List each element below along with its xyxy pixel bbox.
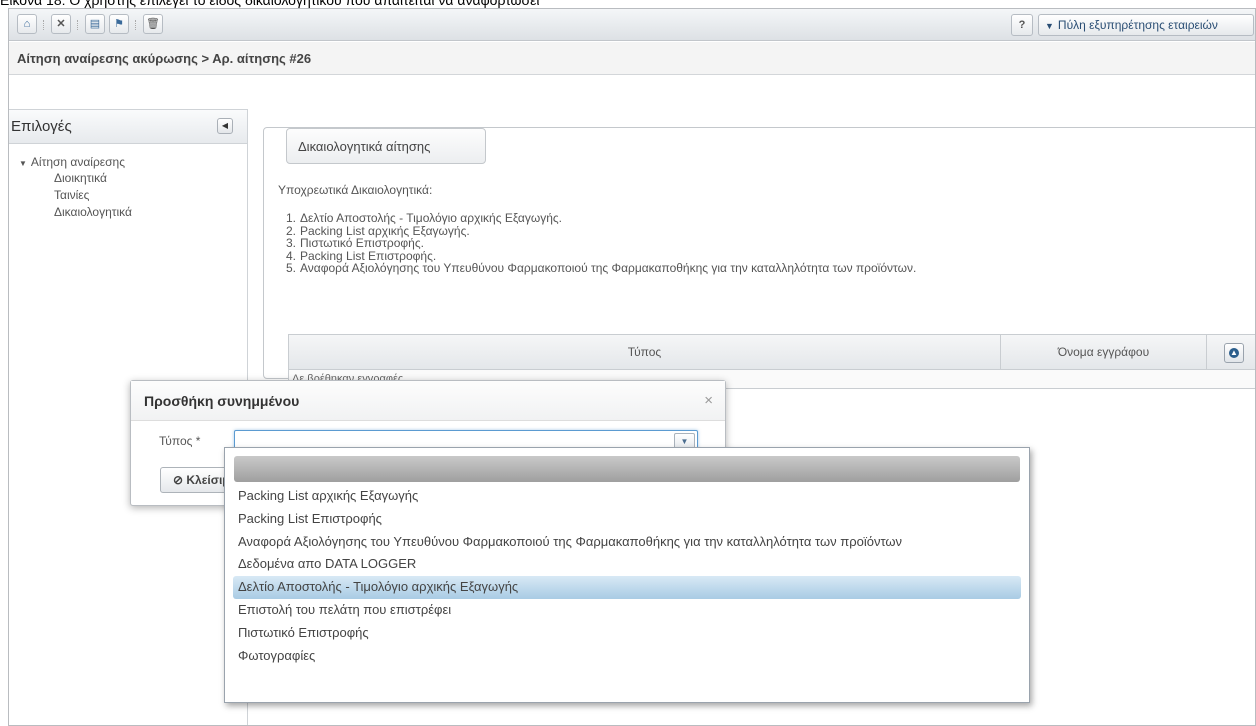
dropdown-option[interactable]: Αναφορά Αξιολόγησης του Υπευθύνου Φαρμακ… <box>233 531 1021 554</box>
column-header-document-name[interactable]: Όνομα εγγράφου <box>1001 335 1207 370</box>
column-header-type[interactable]: Τύπος <box>289 335 1001 370</box>
arrow-up-circle-icon: ▲ <box>1229 348 1239 358</box>
dropdown-option[interactable]: Packing List Επιστροφής <box>233 508 1021 531</box>
portal-menu-button[interactable]: ▼ Πύλη εξυπηρέτησης εταιρειών <box>1038 14 1254 36</box>
table-header: Τύπος Όνομα εγγράφου ▲ <box>289 335 1255 370</box>
breadcrumb: Αίτηση αναίρεσης ακύρωσης > Αρ. αίτησης … <box>9 42 1255 75</box>
dropdown-option[interactable]: Επιστολή του πελάτη που επιστρέφει <box>233 599 1021 622</box>
toolbar: ⌂ ✕ ▤ ⚑ 🗑 ? ▼ Πύλη εξυπηρέτησης εταιρειών <box>9 9 1255 41</box>
print-icon[interactable]: ▤ <box>85 14 105 34</box>
sidebar-tree: ▼ Αίτηση αναίρεσης Διοικητικά Ταινίες Δικ… <box>9 144 247 221</box>
tree-root-item[interactable]: ▼ Αίτηση αναίρεσης <box>19 154 247 170</box>
home-icon[interactable]: ⌂ <box>17 14 37 34</box>
list-item: 5. Αναφορά Αξιολόγησης του Υπευθύνου Φαρμ… <box>286 261 917 275</box>
dropdown-options: Packing List αρχικής Εξαγωγής Packing Li… <box>233 485 1021 667</box>
documents-fieldset: Δικαιολογητικά αίτησης Υποχρεωτικά Δικαι… <box>263 127 1255 389</box>
sidebar-item-administrative[interactable]: Διοικητικά <box>19 170 247 187</box>
tree-root-label: Αίτηση αναίρεσης <box>30 155 125 169</box>
dialog-title: Προσθήκη συνημμένου <box>144 393 300 409</box>
trash-icon[interactable]: 🗑 <box>143 14 163 34</box>
type-dropdown-list: Packing List αρχικής Εξαγωγής Packing Li… <box>224 447 1030 703</box>
required-documents-title: Υποχρεωτικά Δικαιολογητικά: <box>278 183 433 197</box>
flag-icon[interactable]: ⚑ <box>109 14 129 34</box>
portal-label: Πύλη εξυπηρέτησης εταιρειών <box>1057 18 1218 32</box>
figure-caption: Εικόνα 18: Ο χρήστης επιλέγει το είδος δ… <box>0 0 540 8</box>
sidebar-item-films[interactable]: Ταινίες <box>19 187 247 204</box>
dropdown-option[interactable]: Packing List αρχικής Εξαγωγής <box>233 485 1021 508</box>
required-documents-list: 1. Δελτίο Αποστολής - Τιμολόγιο αρχικής Ε… <box>286 212 916 275</box>
collapse-sidebar-button[interactable]: ◀ <box>217 118 233 134</box>
toolbar-separator <box>135 20 137 30</box>
dropdown-search-input[interactable] <box>234 456 1020 482</box>
chevron-down-icon: ▼ <box>1045 21 1054 31</box>
sidebar-header: Επιλογές ◀ <box>9 110 247 144</box>
dropdown-option[interactable]: Φωτογραφίες <box>233 645 1021 668</box>
sidebar-title: Επιλογές <box>11 118 72 135</box>
dropdown-option[interactable]: Πιστωτικό Επιστροφής <box>233 622 1021 645</box>
dropdown-option-highlighted[interactable]: Δελτίο Αποστολής - Τιμολόγιο αρχικής Εξα… <box>233 576 1021 599</box>
add-column: ▲ <box>1207 335 1255 370</box>
sidebar-item-documents[interactable]: Δικαιολογητικά <box>19 204 247 221</box>
close-icon[interactable]: ✕ <box>51 14 71 34</box>
help-button[interactable]: ? <box>1011 14 1033 36</box>
type-field-label: Τύπος * <box>159 434 201 448</box>
expanded-triangle-icon: ▼ <box>19 159 27 168</box>
toolbar-separator <box>77 20 79 30</box>
close-icon[interactable]: × <box>704 381 713 421</box>
app-window: ⌂ ✕ ▤ ⚑ 🗑 ? ▼ Πύλη εξυπηρέτησης εταιρειών… <box>8 8 1256 726</box>
toolbar-separator <box>43 20 45 30</box>
documents-legend: Δικαιολογητικά αίτησης <box>286 128 486 164</box>
add-attachment-button[interactable]: ▲ <box>1224 343 1244 363</box>
dropdown-option[interactable]: Δεδομένα απο DATA LOGGER <box>233 553 1021 576</box>
dialog-header: Προσθήκη συνημμένου × <box>131 381 725 421</box>
